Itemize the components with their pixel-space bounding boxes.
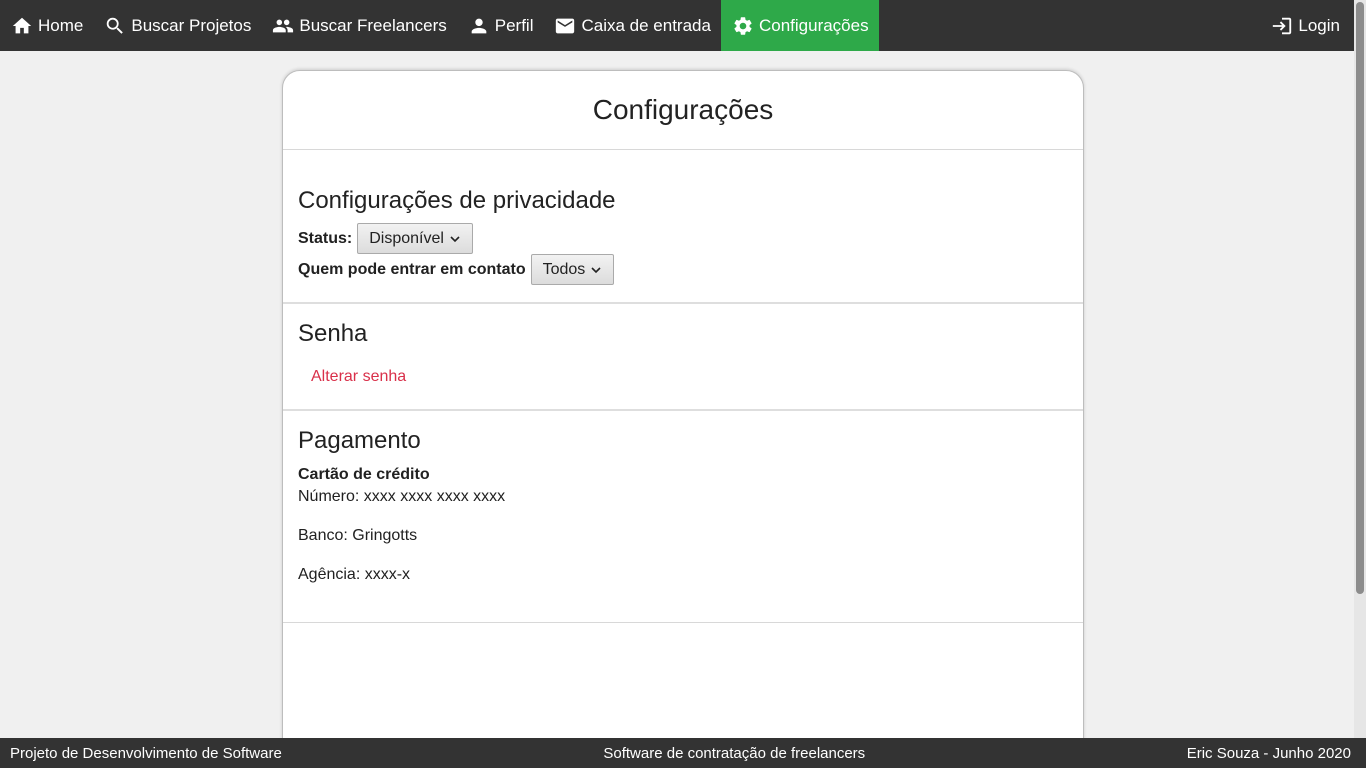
chevron-down-icon	[591, 266, 601, 273]
footer-right-text: Eric Souza - Junho 2020	[1186, 744, 1351, 762]
password-section: Senha Alterar senha	[283, 304, 1083, 411]
chevron-down-icon	[450, 235, 460, 242]
payment-section: Pagamento Cartão de crédito Número: xxxx…	[283, 411, 1083, 623]
person-icon	[468, 15, 490, 37]
nav-configuracoes[interactable]: Configurações	[720, 0, 879, 51]
nav-home[interactable]: Home	[0, 0, 93, 51]
home-icon	[11, 15, 33, 37]
nav-buscar-projetos[interactable]: Buscar Projetos	[93, 0, 261, 51]
mail-icon	[554, 15, 576, 37]
people-icon	[272, 15, 294, 37]
page-title: Configurações	[283, 71, 1083, 150]
scrollbar-thumb[interactable]	[1356, 2, 1364, 594]
nav-perfil-label: Perfil	[494, 15, 534, 35]
settings-card: Configurações Configurações de privacida…	[282, 70, 1084, 768]
page-scrollbar[interactable]	[1354, 0, 1366, 738]
nav-home-label: Home	[38, 15, 84, 35]
card-agency: Agência: xxxx-x	[298, 566, 411, 583]
contact-dropdown-value: Todos	[542, 260, 586, 278]
contact-row: Quem pode entrar em contato Todos	[298, 254, 1068, 285]
contact-dropdown[interactable]: Todos	[530, 254, 615, 285]
nav-perfil[interactable]: Perfil	[457, 0, 544, 51]
status-row: Status: Disponível	[298, 223, 1068, 254]
contact-label: Quem pode entrar em contato	[298, 260, 526, 278]
nav-configuracoes-label: Configurações	[758, 15, 869, 35]
privacy-heading: Configurações de privacidade	[298, 187, 616, 214]
card-bank: Banco: Gringotts	[298, 527, 418, 544]
nav-buscar-projetos-label: Buscar Projetos	[131, 15, 252, 35]
nav-buscar-freelancers-label: Buscar Freelancers	[299, 15, 447, 35]
login-icon	[1271, 15, 1293, 37]
page-footer: Projeto de Desenvolvimento de Software S…	[0, 738, 1366, 768]
nav-login[interactable]: Login	[1260, 0, 1354, 51]
nav-buscar-freelancers[interactable]: Buscar Freelancers	[261, 0, 456, 51]
gear-icon	[732, 15, 754, 37]
status-dropdown-value: Disponível	[369, 229, 444, 247]
privacy-section: Configurações de privacidade Status: Dis…	[283, 150, 1083, 304]
nav-caixa-de-entrada-label: Caixa de entrada	[581, 15, 711, 35]
footer-center-text: Software de contratação de freelancers	[603, 744, 866, 762]
nav-login-label: Login	[1298, 15, 1340, 35]
search-icon	[104, 15, 126, 37]
status-dropdown[interactable]: Disponível	[357, 223, 473, 254]
footer-left-text: Projeto de Desenvolvimento de Software	[10, 744, 282, 762]
card-number: Número: xxxx xxxx xxxx xxxx	[298, 488, 506, 505]
change-password-link[interactable]: Alterar senha	[311, 368, 406, 386]
password-heading: Senha	[298, 320, 368, 347]
credit-card-subheading: Cartão de crédito	[298, 466, 430, 483]
payment-heading: Pagamento	[298, 427, 421, 454]
status-label: Status:	[298, 229, 353, 247]
nav-caixa-de-entrada[interactable]: Caixa de entrada	[543, 0, 720, 51]
top-navigation: Home Buscar Projetos Buscar Freelancers …	[0, 0, 1354, 51]
